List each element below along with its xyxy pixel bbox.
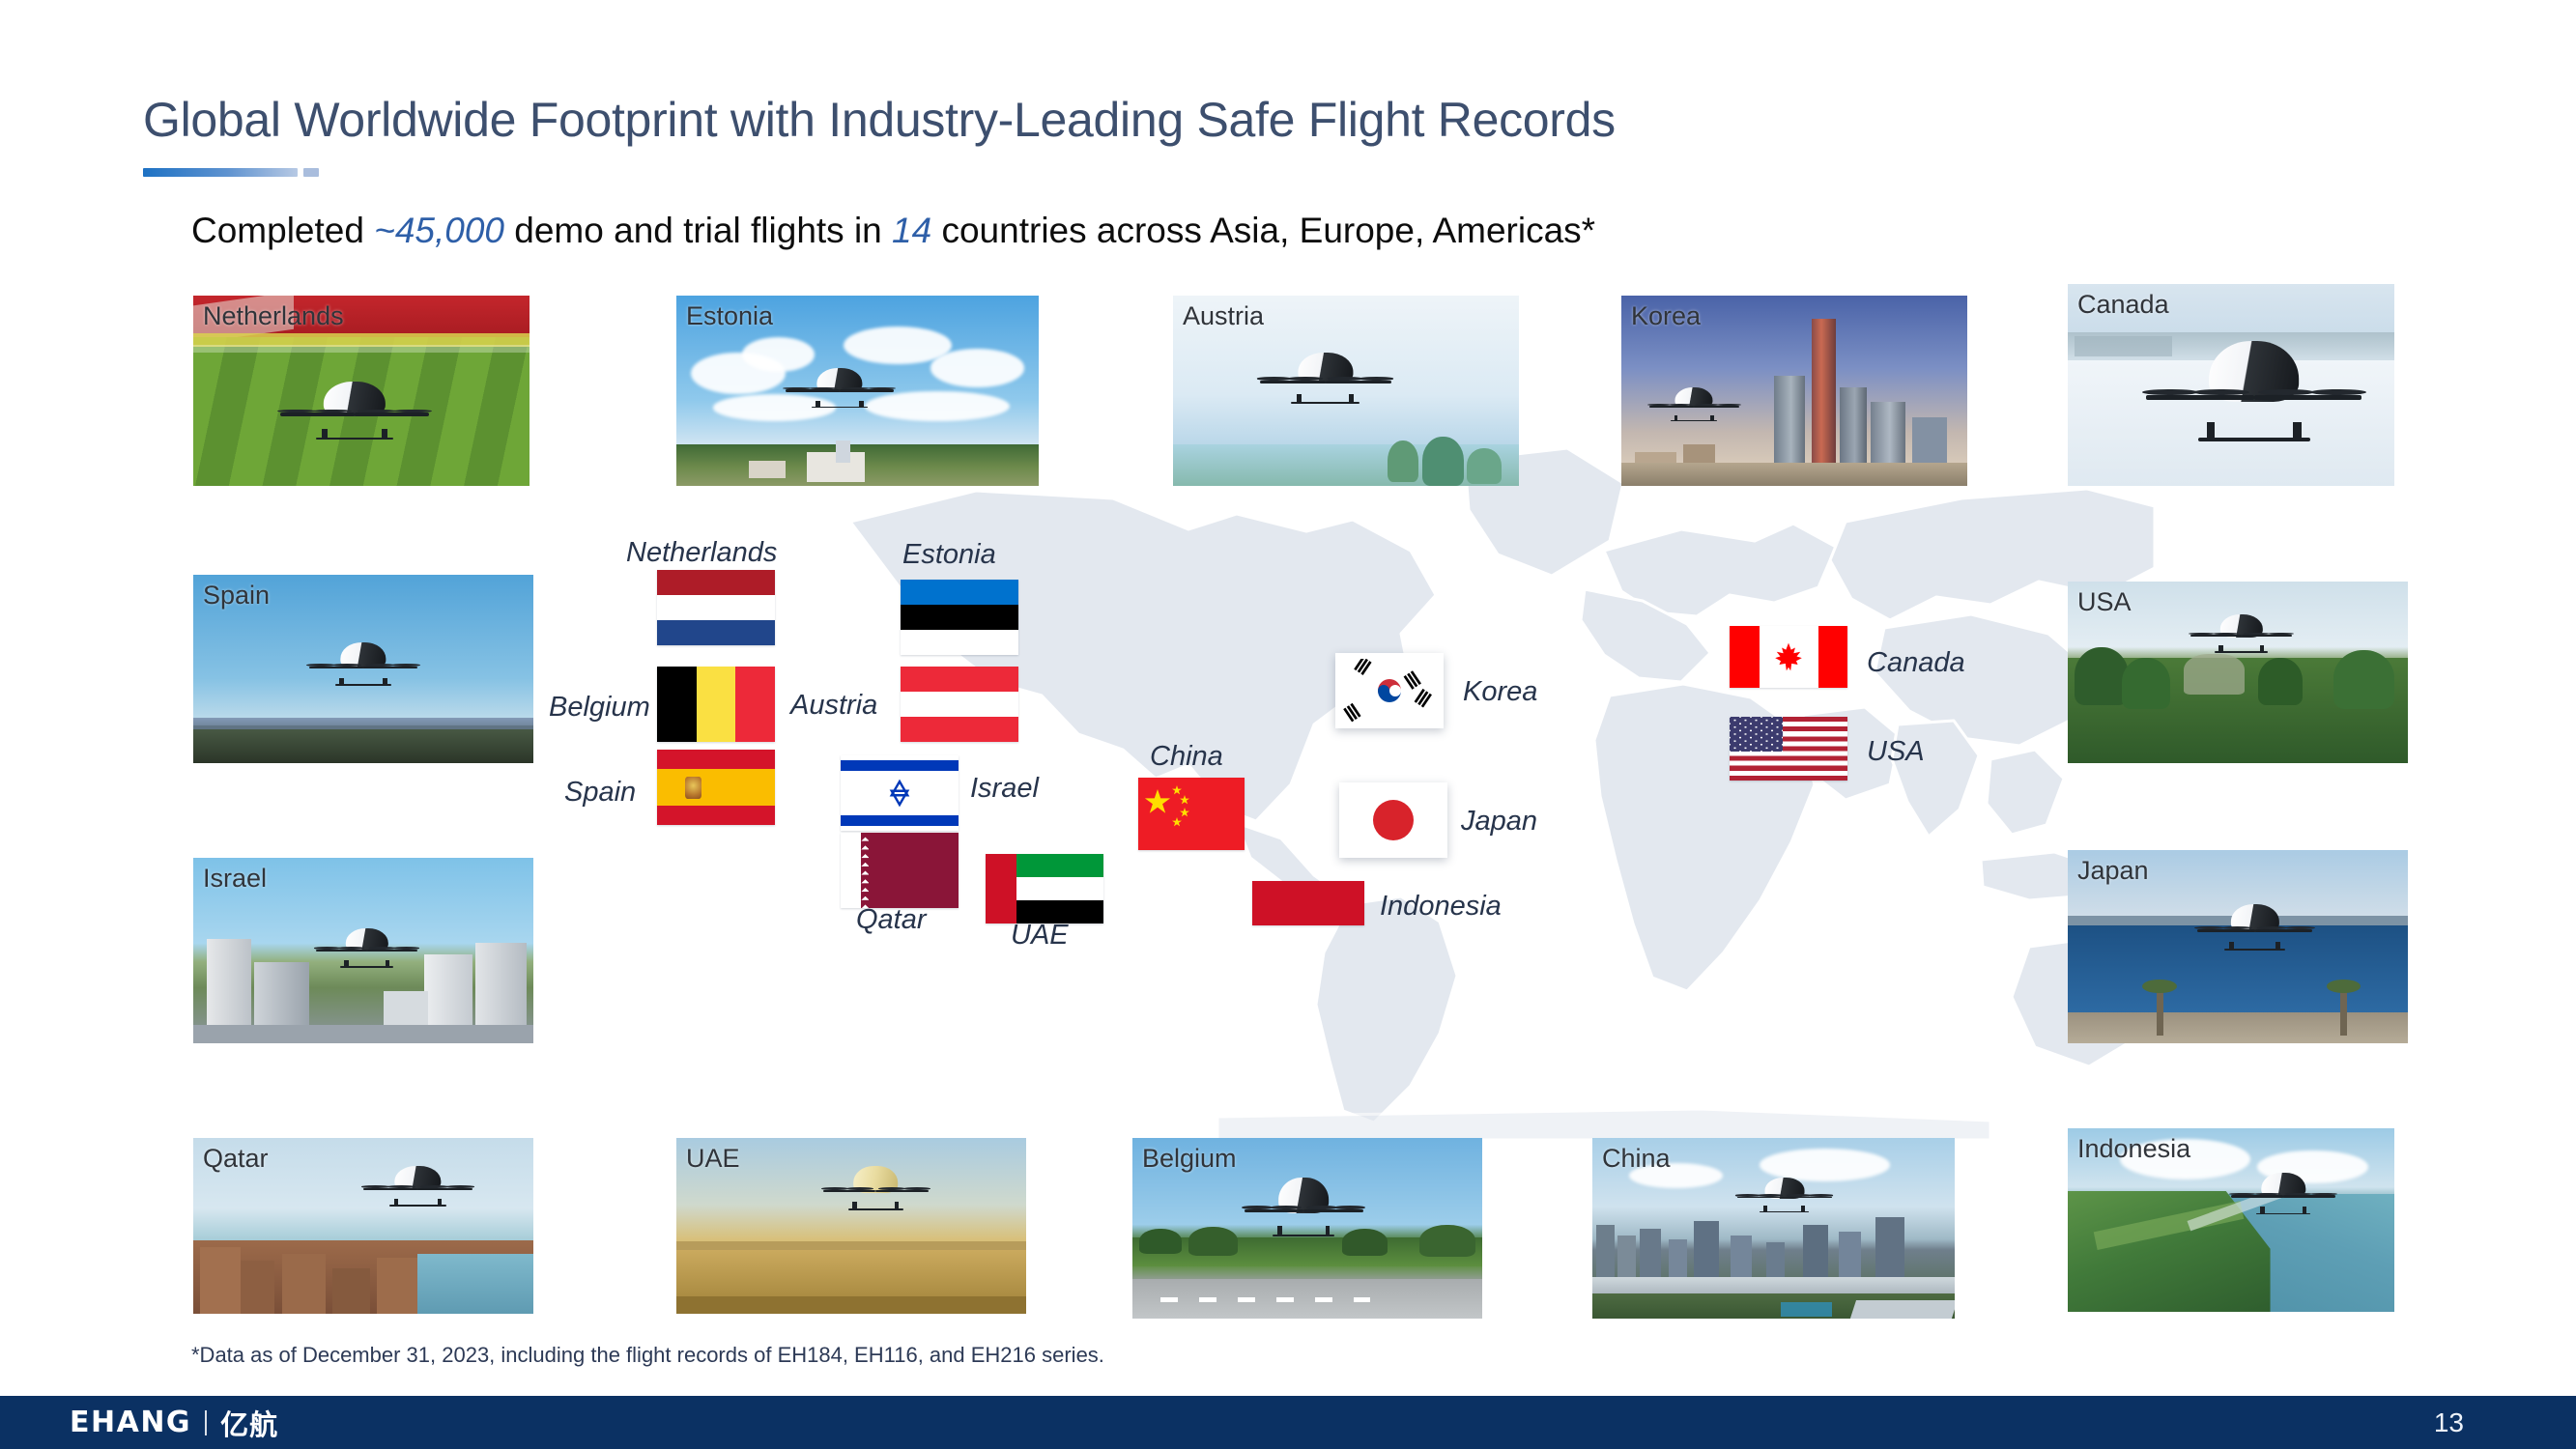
photo-caption: Belgium (1142, 1144, 1237, 1173)
drone-icon (306, 642, 420, 688)
footnote: *Data as of December 31, 2023, including… (191, 1343, 1104, 1367)
photo-caption: Korea (1631, 301, 1702, 330)
photo-caption: Japan (2077, 856, 2149, 885)
subtitle-flights-count: ~45,000 (374, 211, 504, 250)
logo-divider (205, 1409, 208, 1435)
photo-china[interactable]: China (1592, 1138, 1955, 1319)
flag-canada (1730, 626, 1847, 688)
photo-caption: Qatar (203, 1144, 269, 1173)
flag-label-spain: Spain (564, 777, 637, 808)
logo-chinese-name: 亿航 (220, 1407, 279, 1441)
flag-spain (657, 750, 775, 825)
subtitle-country-count: 14 (892, 211, 932, 250)
flag-label-qatar: Qatar (856, 904, 927, 935)
subtitle: Completed ~45,000 demo and trial flights… (191, 211, 1595, 251)
flag-label-china: China (1150, 741, 1223, 772)
flag-korea-card (1335, 653, 1444, 728)
flag-label-uae: UAE (1011, 920, 1069, 951)
page-number: 13 (2433, 1406, 2464, 1437)
drone-icon (277, 381, 432, 442)
flag-label-canada: Canada (1867, 647, 1965, 678)
drone-icon (1735, 1178, 1834, 1213)
drone-icon (2228, 1172, 2338, 1217)
subtitle-part-2: demo and trial flights in (504, 211, 893, 250)
flag-label-netherlands: Netherlands (626, 537, 778, 568)
flag-label-japan: Japan (1461, 806, 1538, 837)
photo-caption: UAE (686, 1144, 740, 1173)
footer-bar: EHANG 亿航 13 (0, 1396, 2576, 1449)
flag-japan-card (1339, 782, 1447, 858)
logo-wordmark: EHANG (70, 1406, 192, 1439)
flag-israel (841, 755, 959, 831)
flag-indonesia (1252, 881, 1364, 925)
photo-caption: USA (2077, 587, 2132, 616)
drone-icon (1646, 386, 1741, 423)
drone-icon (783, 367, 897, 410)
photo-usa[interactable]: USA (2068, 582, 2408, 763)
photo-caption: Canada (2077, 290, 2169, 319)
drone-icon (2188, 613, 2295, 654)
photo-belgium[interactable]: Belgium (1132, 1138, 1482, 1319)
photo-korea[interactable]: Korea (1621, 296, 1967, 486)
title-accent-dot (303, 168, 319, 177)
photo-israel[interactable]: Israel (193, 858, 533, 1043)
photo-caption: Indonesia (2077, 1134, 2191, 1163)
star-of-david-icon (885, 779, 914, 808)
japan-sun-disc (1373, 800, 1414, 840)
flag-estonia (901, 580, 1018, 655)
title-accent-bar (143, 168, 298, 177)
photo-japan[interactable]: Japan (2068, 850, 2408, 1043)
photo-caption: Netherlands (203, 301, 344, 330)
flag-label-korea: Korea (1463, 676, 1538, 707)
photo-canada[interactable]: Canada (2068, 284, 2394, 486)
drone-icon (2141, 340, 2366, 446)
photo-netherlands[interactable]: Netherlands (193, 296, 530, 486)
usa-canton (1730, 717, 1783, 752)
flag-netherlands (657, 570, 775, 645)
maple-leaf-icon (1772, 640, 1805, 673)
flag-china (1138, 778, 1245, 850)
photo-estonia[interactable]: Estonia (676, 296, 1039, 486)
flag-belgium (657, 667, 775, 742)
flag-label-austria: Austria (790, 690, 878, 721)
drone-icon (360, 1166, 474, 1208)
flag-austria (901, 667, 1018, 742)
drone-icon (2194, 904, 2315, 952)
slide-canvas: Global Worldwide Footprint with Industry… (0, 0, 2576, 1449)
subtitle-part-1: Completed (191, 211, 375, 250)
photo-qatar[interactable]: Qatar (193, 1138, 533, 1314)
drone-icon (1242, 1178, 1366, 1239)
photo-caption: Austria (1183, 301, 1265, 330)
ehang-logo: EHANG 亿航 (70, 1403, 278, 1443)
flag-japan (1347, 788, 1440, 852)
drone-icon (313, 927, 420, 969)
flag-label-belgium: Belgium (549, 692, 650, 723)
flag-usa (1730, 717, 1847, 781)
china-stars-icon (1138, 778, 1245, 850)
flag-uae (986, 854, 1103, 923)
photo-indonesia[interactable]: Indonesia (2068, 1128, 2394, 1312)
photo-uae[interactable]: UAE (676, 1138, 1026, 1314)
photo-spain[interactable]: Spain (193, 575, 533, 763)
flag-korea (1343, 656, 1436, 723)
flag-label-usa: USA (1867, 736, 1925, 767)
photo-caption: China (1602, 1144, 1671, 1173)
page-title: Global Worldwide Footprint with Industry… (143, 93, 1616, 147)
flag-label-indonesia: Indonesia (1380, 891, 1502, 922)
spain-coat-of-arms (685, 777, 702, 800)
photo-caption: Estonia (686, 301, 774, 330)
photo-caption: Spain (203, 581, 271, 610)
photo-austria[interactable]: Austria (1173, 296, 1519, 486)
flag-label-estonia: Estonia (902, 539, 996, 570)
flag-qatar (841, 833, 959, 908)
photo-caption: Israel (203, 864, 268, 893)
subtitle-part-3: countries across Asia, Europe, Americas* (931, 211, 1596, 250)
drone-icon (820, 1166, 930, 1211)
flag-label-israel: Israel (970, 773, 1039, 804)
drone-icon (1256, 353, 1394, 406)
